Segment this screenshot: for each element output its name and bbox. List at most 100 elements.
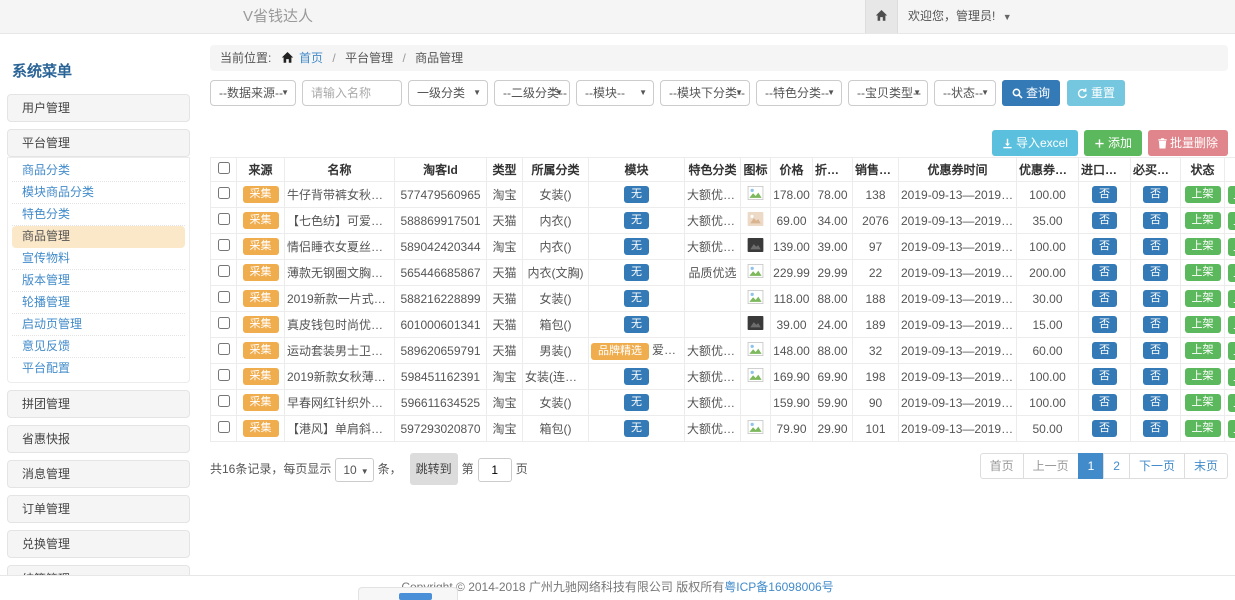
add-button[interactable]: 添加 (1084, 130, 1142, 156)
edit-button[interactable] (1228, 238, 1235, 256)
import-select-badge[interactable]: 否 (1092, 238, 1117, 255)
edit-button[interactable] (1228, 316, 1235, 334)
status-badge[interactable]: 上架 (1185, 238, 1221, 255)
status-badge[interactable]: 上架 (1185, 290, 1221, 307)
module-subcategory-select[interactable]: --模块下分类--▼ (660, 80, 750, 106)
row-checkbox[interactable] (218, 239, 230, 251)
item-type-select[interactable]: --宝贝类型--▼ (848, 80, 928, 106)
import-select-badge[interactable]: 否 (1092, 368, 1117, 385)
sidebar-item-2[interactable]: 特色分类 (12, 204, 185, 226)
chevron-down-icon: ▼ (473, 81, 481, 105)
sidebar-item-7[interactable]: 启动页管理 (12, 314, 185, 336)
sidebar-group-6[interactable]: 兑换管理 (7, 530, 190, 558)
level1-category-select[interactable]: 一级分类▼ (408, 80, 488, 106)
row-checkbox[interactable] (218, 213, 230, 225)
import-select-badge[interactable]: 否 (1092, 264, 1117, 281)
status-badge[interactable]: 上架 (1185, 342, 1221, 359)
page-button-上一页[interactable]: 上一页 (1023, 453, 1079, 479)
sidebar-item-6[interactable]: 轮播管理 (12, 292, 185, 314)
page-button-2[interactable]: 2 (1103, 453, 1130, 479)
status-badge[interactable]: 上架 (1185, 316, 1221, 333)
module-select[interactable]: --模块--▼ (576, 80, 654, 106)
level2-category-select[interactable]: --二级分类--▼ (494, 80, 570, 106)
row-checkbox[interactable] (218, 265, 230, 277)
page-input[interactable] (478, 458, 512, 482)
feature-category-select[interactable]: --特色分类--▼ (756, 80, 842, 106)
import-select-badge[interactable]: 否 (1092, 290, 1117, 307)
status-badge[interactable]: 上架 (1185, 394, 1221, 411)
page-button-首页[interactable]: 首页 (980, 453, 1024, 479)
sidebar-item-8[interactable]: 意见反馈 (12, 336, 185, 358)
per-page-select[interactable]: 10▼ (335, 458, 373, 482)
sidebar-item-4[interactable]: 宣传物料 (12, 248, 185, 270)
cell-coupon-time: 2019-09-13—2019-09-17 (899, 390, 1017, 416)
import-select-badge[interactable]: 否 (1092, 420, 1117, 437)
must-buy-badge[interactable]: 否 (1143, 264, 1168, 281)
status-badge[interactable]: 上架 (1185, 186, 1221, 203)
sidebar-item-3[interactable]: 商品管理 (12, 226, 185, 248)
row-checkbox[interactable] (218, 395, 230, 407)
sidebar-group-2[interactable]: 拼团管理 (7, 390, 190, 418)
sidebar-item-9[interactable]: 平台配置 (12, 358, 185, 380)
import-select-badge[interactable]: 否 (1092, 212, 1117, 229)
edit-button[interactable] (1228, 368, 1235, 386)
sidebar-group-5[interactable]: 订单管理 (7, 495, 190, 523)
cell-checkbox (211, 234, 237, 260)
pagination-buttons: 首页上一页12下一页末页 (981, 453, 1228, 479)
status-badge[interactable]: 上架 (1185, 368, 1221, 385)
edit-button[interactable] (1228, 290, 1235, 308)
edit-button[interactable] (1228, 342, 1235, 360)
status-badge[interactable]: 上架 (1185, 212, 1221, 229)
row-checkbox[interactable] (218, 291, 230, 303)
row-checkbox[interactable] (218, 421, 230, 433)
row-checkbox[interactable] (218, 187, 230, 199)
must-buy-badge[interactable]: 否 (1143, 368, 1168, 385)
sidebar-item-0[interactable]: 商品分类 (12, 160, 185, 182)
select-all-checkbox[interactable] (218, 162, 230, 174)
import-select-badge[interactable]: 否 (1092, 342, 1117, 359)
page-button-末页[interactable]: 末页 (1184, 453, 1228, 479)
batch-delete-button[interactable]: 批量删除 (1148, 130, 1228, 156)
sidebar-group-4[interactable]: 消息管理 (7, 460, 190, 488)
edit-button[interactable] (1228, 420, 1235, 438)
import-select-badge[interactable]: 否 (1092, 394, 1117, 411)
must-buy-badge[interactable]: 否 (1143, 290, 1168, 307)
must-buy-badge[interactable]: 否 (1143, 394, 1168, 411)
row-checkbox[interactable] (218, 343, 230, 355)
status-badge[interactable]: 上架 (1185, 420, 1221, 437)
sidebar-item-1[interactable]: 模块商品分类 (12, 182, 185, 204)
page-button-下一页[interactable]: 下一页 (1129, 453, 1185, 479)
edit-button[interactable] (1228, 186, 1235, 204)
must-buy-badge[interactable]: 否 (1143, 238, 1168, 255)
name-search-input[interactable] (302, 80, 402, 106)
query-button[interactable]: 查询 (1002, 80, 1060, 106)
breadcrumb-home-link[interactable]: 首页 (299, 51, 323, 65)
icp-link[interactable]: 粤ICP备16098006号 (724, 580, 833, 594)
cell-status: 上架 (1181, 182, 1225, 208)
must-buy-badge[interactable]: 否 (1143, 212, 1168, 229)
sidebar-item-5[interactable]: 版本管理 (12, 270, 185, 292)
status-badge[interactable]: 上架 (1185, 264, 1221, 281)
page-button-1[interactable]: 1 (1078, 453, 1105, 479)
cell-source: 采集 (237, 390, 285, 416)
must-buy-badge[interactable]: 否 (1143, 186, 1168, 203)
must-buy-badge[interactable]: 否 (1143, 342, 1168, 359)
sidebar-group-0[interactable]: 用户管理 (7, 94, 190, 122)
import-select-badge[interactable]: 否 (1092, 316, 1117, 333)
import-select-badge[interactable]: 否 (1092, 186, 1117, 203)
import-excel-button[interactable]: 导入excel (992, 130, 1078, 156)
must-buy-badge[interactable]: 否 (1143, 316, 1168, 333)
reset-button[interactable]: 重置 (1067, 80, 1125, 106)
edit-button[interactable] (1228, 264, 1235, 282)
home-button[interactable] (865, 0, 898, 33)
edit-button[interactable] (1228, 394, 1235, 412)
row-checkbox[interactable] (218, 317, 230, 329)
edit-button[interactable] (1228, 212, 1235, 230)
user-menu[interactable]: 欢迎您，管理员! ▼ (908, 0, 1012, 34)
status-select[interactable]: --状态--▼ (934, 80, 996, 106)
data-source-select[interactable]: --数据来源--▼ (210, 80, 296, 106)
row-checkbox[interactable] (218, 369, 230, 381)
sidebar-group-1[interactable]: 平台管理 (7, 129, 190, 157)
must-buy-badge[interactable]: 否 (1143, 420, 1168, 437)
sidebar-group-3[interactable]: 省惠快报 (7, 425, 190, 453)
